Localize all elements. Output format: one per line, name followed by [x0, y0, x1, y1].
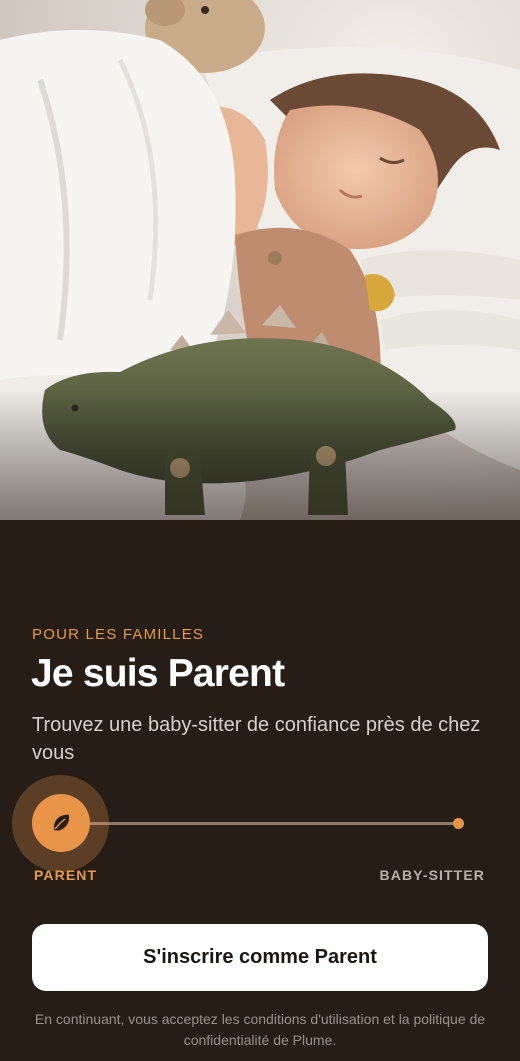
slider-end-dot[interactable]	[453, 818, 464, 829]
role-switch-slider[interactable]: PARENT BABY-SITTER	[0, 770, 520, 890]
role-label-parent[interactable]: PARENT	[34, 867, 97, 883]
signup-parent-button[interactable]: S'inscrire comme Parent	[32, 924, 488, 991]
sleeping-child-illustration	[0, 0, 520, 520]
onboarding-screen: POUR LES FAMILLES Je suis Parent Trouvez…	[0, 0, 520, 1061]
slider-track[interactable]	[62, 822, 458, 825]
page-title: Je suis Parent	[31, 652, 285, 695]
hero-image	[0, 0, 520, 520]
legal-disclaimer: En continuant, vous acceptez les conditi…	[34, 1011, 486, 1048]
slider-knob[interactable]	[32, 794, 90, 852]
section-eyebrow: POUR LES FAMILLES	[32, 626, 205, 643]
page-subtitle: Trouvez une baby-sitter de confiance prè…	[32, 714, 481, 764]
role-label-babysitter[interactable]: BABY-SITTER	[380, 867, 485, 883]
